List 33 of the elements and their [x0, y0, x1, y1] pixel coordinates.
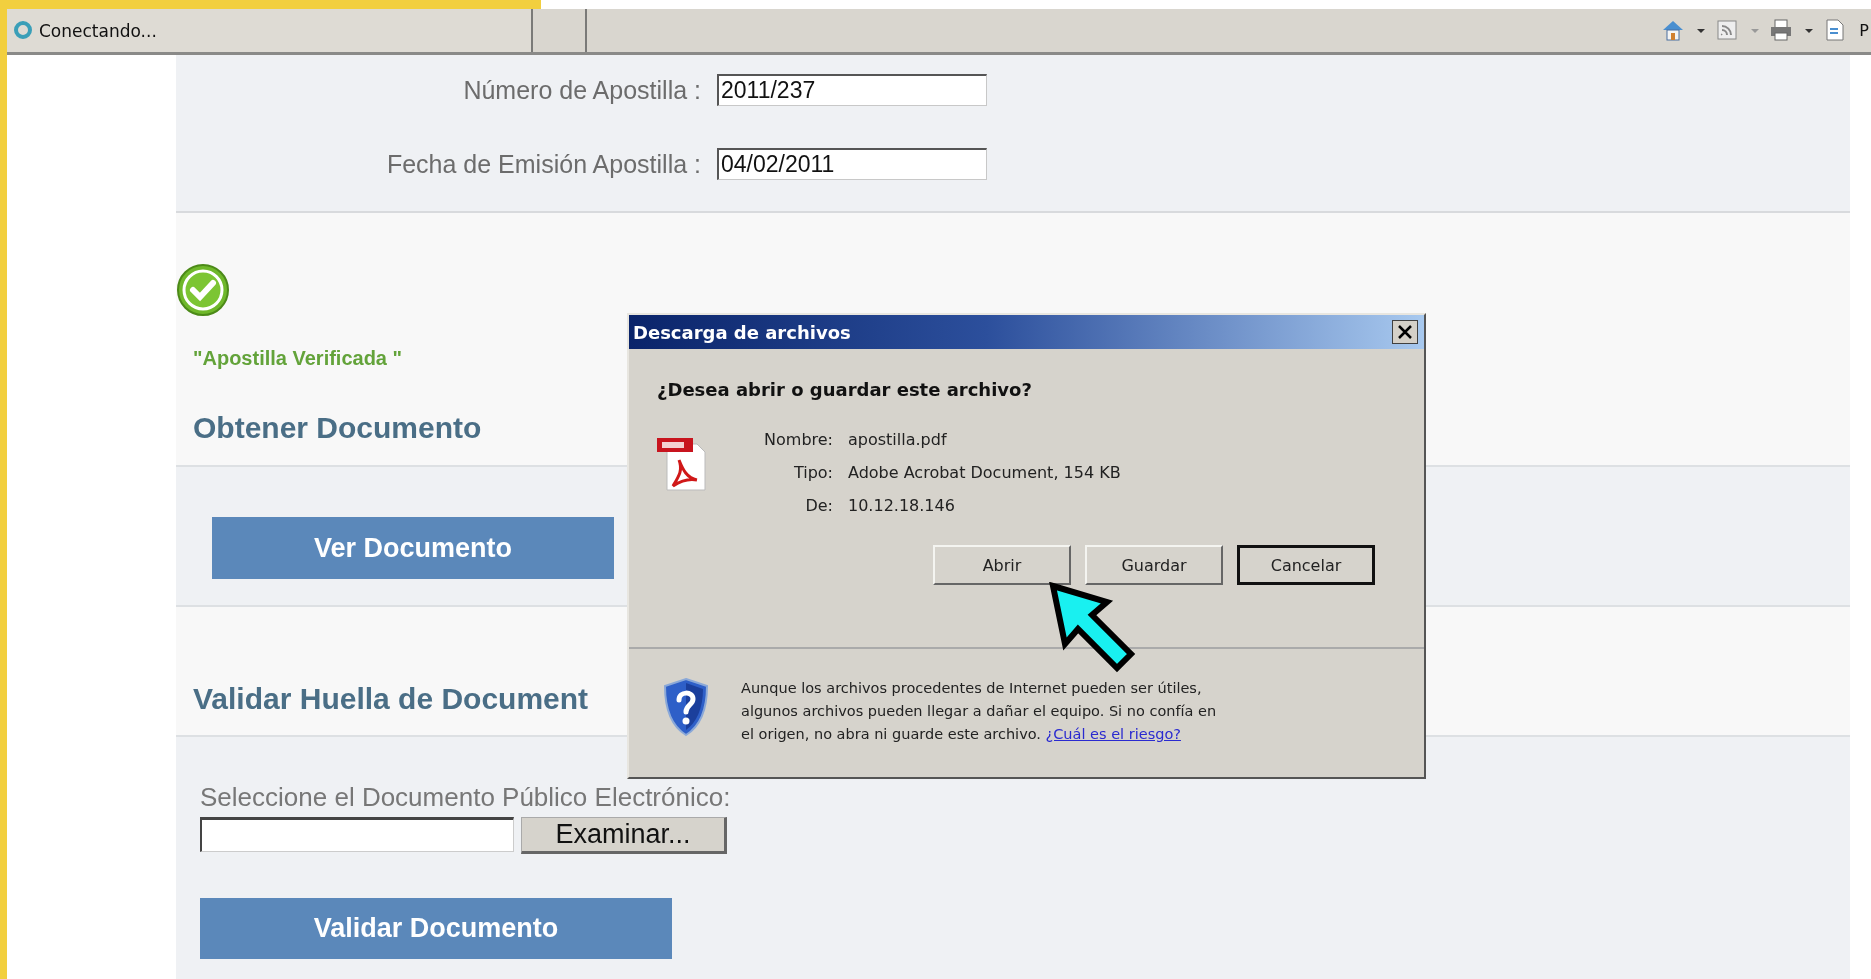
- validate-button[interactable]: Validar Documento: [200, 898, 672, 959]
- detail-label: Nombre:: [763, 430, 833, 449]
- field-label: Fecha de Emisión Apostilla :: [385, 149, 702, 179]
- detail-value: Adobe Acrobat Document, 154 KB: [848, 463, 1121, 482]
- field-label: Seleccione el Documento Público Electrónico:: [200, 782, 731, 813]
- pdf-file-icon: [657, 436, 707, 492]
- page-menu-label[interactable]: P: [1859, 21, 1869, 40]
- detail-value: apostilla.pdf: [848, 430, 948, 449]
- section-heading: Validar Huella de Document: [193, 682, 589, 716]
- warning-text: Aunque los archivos procedentes de Internet pueden ser útiles, algunos archivos pueden llegar a dañar el equipo. Si no confía en el origen, no abra ni guarde este archivo. ¿Cuál es el riesgo?: [741, 679, 1217, 744]
- shield-question-icon: [663, 677, 709, 737]
- verification-message: "Apostilla Verificada ": [193, 347, 403, 370]
- dialog-question: ¿Desea abrir o guardar este archivo?: [657, 379, 1033, 400]
- section-heading: Obtener Documento: [193, 411, 482, 445]
- dialog-button[interactable]: Abrir: [933, 545, 1071, 585]
- input-field[interactable]: 2011/237: [717, 74, 987, 106]
- status-text: Conectando...: [39, 20, 157, 41]
- dialog-title: Descarga de archivos: [633, 321, 851, 343]
- caret-icon[interactable]: [1697, 28, 1706, 33]
- detail-label: De:: [804, 496, 833, 515]
- detail-value: 10.12.18.146: [848, 496, 956, 515]
- input-field[interactable]: 04/02/2011: [717, 148, 987, 180]
- dialog-button[interactable]: Cancelar: [1237, 545, 1375, 585]
- view-document-button[interactable]: Ver Documento: [212, 517, 614, 579]
- loading-icon: [13, 19, 35, 42]
- dialog-button[interactable]: Guardar: [1085, 545, 1223, 585]
- caret-icon[interactable]: [1805, 28, 1814, 33]
- field-label: Número de Apostilla :: [462, 75, 702, 105]
- browse-button[interactable]: Examinar...: [521, 817, 727, 854]
- close-icon[interactable]: [1392, 320, 1418, 344]
- risk-link[interactable]: ¿Cuál es el riesgo?: [1045, 726, 1181, 742]
- file-path-field[interactable]: [200, 817, 514, 852]
- detail-label: Tipo:: [792, 463, 833, 482]
